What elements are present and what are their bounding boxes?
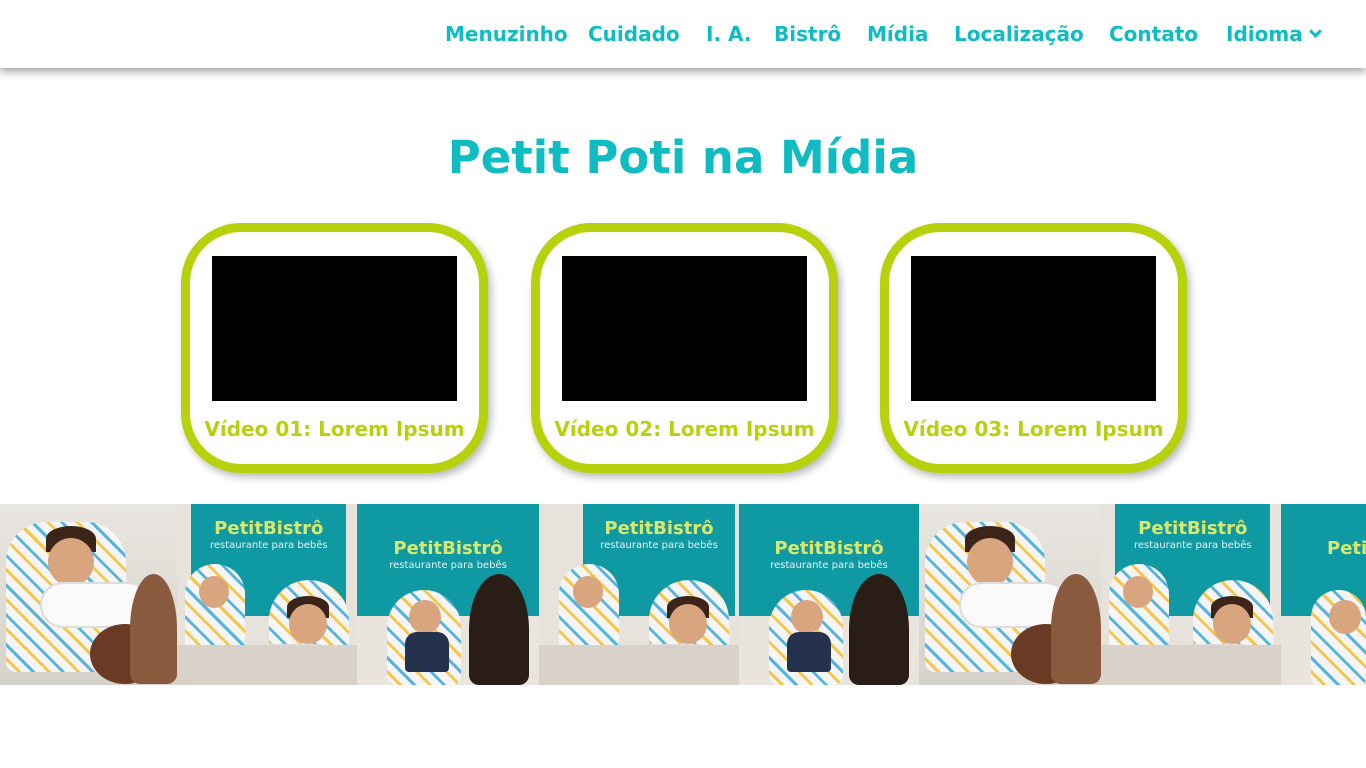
page-title: Petit Poti na Mídia bbox=[447, 131, 919, 184]
main-navbar: Menuzinho Cuidado I. A. Bistrô Mídia Loc… bbox=[0, 0, 1366, 68]
language-label: Idioma bbox=[1226, 22, 1303, 46]
video-card-1: Vídeo 01: Lorem Ipsum bbox=[181, 223, 488, 473]
sign-tagline: restaurante para bebês bbox=[770, 560, 888, 571]
chevron-down-icon bbox=[1308, 25, 1322, 38]
photo-strip: PetitBistrô restaurante para bebês Petit… bbox=[0, 504, 1366, 685]
video-caption-3: Vídeo 03: Lorem Ipsum bbox=[903, 417, 1164, 441]
photo-baby-eating-2 bbox=[919, 504, 1101, 685]
nav-item-bistro[interactable]: Bistrô bbox=[774, 19, 841, 49]
video-card-3: Vídeo 03: Lorem Ipsum bbox=[880, 223, 1187, 473]
video-caption-2: Vídeo 02: Lorem Ipsum bbox=[554, 417, 815, 441]
nav-item-menuzinho[interactable]: Menuzinho bbox=[445, 19, 568, 49]
video-card-2: Vídeo 02: Lorem Ipsum bbox=[531, 223, 838, 473]
photo-bistro-sign-2: PetitBistrô restaurante para bebês bbox=[539, 504, 739, 685]
sign-brand: PetitBistrô bbox=[393, 538, 503, 559]
photo-bistro-feeding-1: PetitBistrô restaurante para bebês bbox=[357, 504, 539, 685]
photo-baby-eating-1 bbox=[0, 504, 177, 685]
sign-brand: PetitBistrô bbox=[774, 538, 884, 559]
photo-bistro-sign-3: PetitBistrô restaurante para bebês bbox=[1101, 504, 1281, 685]
nav-item-midia[interactable]: Mídia bbox=[867, 19, 928, 49]
sign-tagline: restaurante para bebês bbox=[600, 540, 718, 551]
nav-item-idioma[interactable]: Idioma bbox=[1226, 19, 1322, 49]
photo-bistro-feeding-2: PetitBistrô restaurante para bebês bbox=[739, 504, 919, 685]
nav-item-ia[interactable]: I. A. bbox=[706, 19, 751, 49]
sign-brand: PetitBistrô bbox=[1138, 518, 1248, 539]
sign-tagline: restaurante para bebês bbox=[210, 540, 328, 551]
sign-brand: PetitBistrô bbox=[604, 518, 714, 539]
sign-tagline: restaurante para bebês bbox=[1134, 540, 1252, 551]
photo-bistro-sign-1: PetitBistrô restaurante para bebês bbox=[177, 504, 357, 685]
video-player-3[interactable] bbox=[911, 256, 1156, 401]
video-player-2[interactable] bbox=[562, 256, 807, 401]
video-player-1[interactable] bbox=[212, 256, 457, 401]
sign-brand: PetitBistrô bbox=[1327, 538, 1366, 559]
nav-item-cuidado[interactable]: Cuidado bbox=[588, 19, 680, 49]
sign-brand: PetitBistrô bbox=[214, 518, 324, 539]
nav-item-contato[interactable]: Contato bbox=[1109, 19, 1198, 49]
photo-bistro-feeding-3: PetitBistrô bbox=[1281, 504, 1366, 685]
nav-item-localizacao[interactable]: Localização bbox=[954, 19, 1084, 49]
sign-tagline: restaurante para bebês bbox=[389, 560, 507, 571]
video-caption-1: Vídeo 01: Lorem Ipsum bbox=[204, 417, 465, 441]
